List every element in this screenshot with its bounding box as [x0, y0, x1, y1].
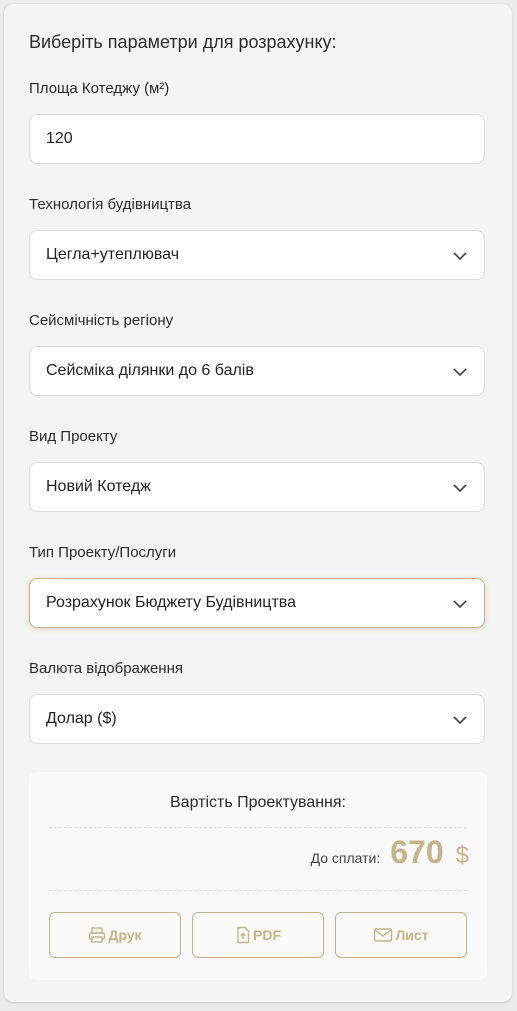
project-type-select[interactable]: Розрахунок Бюджету Будівництва: [29, 578, 485, 628]
chevron-down-icon: [453, 252, 467, 261]
letter-button[interactable]: Лист: [335, 912, 467, 958]
seismic-select[interactable]: Сейсміка ділянки до 6 балів: [29, 346, 485, 396]
currency-select[interactable]: Долар ($): [29, 694, 485, 744]
printer-icon: [89, 927, 106, 943]
envelope-icon: [374, 928, 393, 942]
currency-label: Валюта відображення: [29, 660, 183, 677]
print-button[interactable]: Друк: [49, 912, 181, 958]
form-heading: Виберіть параметри для розрахунку:: [29, 32, 337, 52]
result-title: Вартість Проектування:: [170, 794, 346, 811]
chevron-down-icon: [453, 368, 467, 377]
area-value: 120: [46, 130, 73, 147]
project-kind-select[interactable]: Новий Котедж: [29, 462, 485, 512]
project-type-value: Розрахунок Бюджету Будівництва: [46, 594, 296, 611]
divider: [49, 890, 467, 891]
area-input[interactable]: 120: [29, 114, 485, 164]
pay-amount: 670: [390, 834, 444, 870]
chevron-down-icon: [453, 600, 467, 609]
file-pdf-icon: [237, 926, 250, 944]
project-kind-label: Вид Проекту: [29, 428, 118, 445]
project-type-label: Тип Проекту/Послуги: [29, 544, 177, 561]
area-label: Площа Котеджу (м²): [29, 80, 170, 97]
letter-label: Лист: [395, 927, 429, 943]
seismic-label: Сейсмічність регіону: [29, 312, 174, 329]
technology-label: Технологія будівництва: [29, 196, 192, 213]
seismic-value: Сейсміка ділянки до 6 балів: [46, 362, 254, 379]
pdf-label: PDF: [253, 927, 281, 943]
pay-label: До сплати:: [310, 850, 381, 866]
print-label: Друк: [108, 927, 142, 943]
divider: [49, 827, 467, 828]
currency-value: Долар ($): [46, 710, 117, 727]
pay-currency: $: [455, 842, 469, 869]
technology-select[interactable]: Цегла+утеплювач: [29, 230, 485, 280]
project-kind-value: Новий Котедж: [46, 478, 151, 495]
pdf-button[interactable]: PDF: [192, 912, 324, 958]
chevron-down-icon: [453, 716, 467, 725]
chevron-down-icon: [453, 484, 467, 493]
technology-value: Цегла+утеплювач: [46, 246, 180, 263]
calculator-panel: Виберіть параметри для розрахунку: Площа…: [4, 4, 512, 1002]
payment-row: До сплати: 670 $: [311, 834, 469, 871]
result-panel: Вартість Проектування: До сплати: 670 $ …: [29, 772, 487, 980]
